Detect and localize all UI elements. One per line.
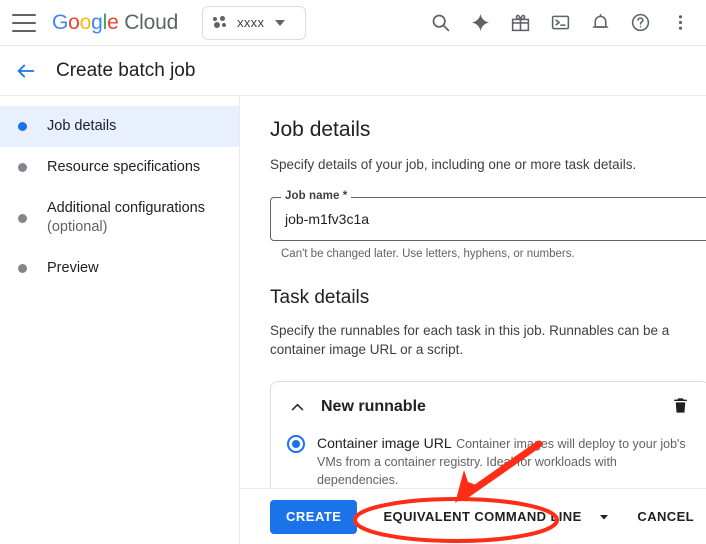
step-dot-icon (18, 122, 27, 131)
job-name-value: job-m1fv3c1a (285, 211, 370, 227)
notifications-bell-icon[interactable] (582, 5, 618, 41)
sidebar-item-resource-specifications[interactable]: Resource specifications (0, 147, 239, 188)
project-selector[interactable]: xxxx (202, 5, 307, 40)
equivalent-command-line-button[interactable]: EQUIVALENT COMMAND LINE (371, 500, 593, 534)
sidebar-item-job-details[interactable]: Job details (0, 106, 239, 147)
project-dots-icon (213, 16, 228, 29)
chevron-down-icon (275, 19, 286, 26)
sidebar-item-label: Job details (47, 118, 117, 134)
search-icon[interactable] (422, 5, 458, 41)
step-dot-icon (18, 264, 27, 273)
job-name-field[interactable]: Job name * job-m1fv3c1a (270, 190, 706, 241)
sidebar-item-label: Resource specifications (47, 159, 201, 175)
trash-icon[interactable] (671, 396, 693, 418)
google-wordmark: Google (52, 10, 119, 34)
option-label: Container image URL (317, 435, 452, 451)
project-name: xxxx (237, 15, 265, 30)
more-kebab-icon[interactable] (662, 5, 698, 41)
sidebar-item-label-main: Additional configurations (47, 200, 205, 216)
sidebar-item-preview[interactable]: Preview (0, 248, 239, 289)
page-header: Create batch job (0, 46, 706, 96)
create-batch-job-page: Google Cloud xxxx Create batch job Job d… (0, 0, 706, 544)
step-dot-icon (18, 163, 27, 172)
gemini-sparkle-icon[interactable] (462, 5, 498, 41)
top-bar-icons (422, 5, 706, 41)
task-details-heading: Task details (270, 287, 370, 308)
job-name-label: Job name * (281, 190, 352, 202)
top-app-bar: Google Cloud xxxx (0, 0, 706, 46)
help-circle-icon[interactable] (622, 5, 658, 41)
sidebar-item-sublabel: (optional) (47, 219, 108, 235)
main-content: Job details Specify details of your job,… (241, 96, 706, 544)
sidebar-item-label: Preview (47, 260, 99, 276)
footer-action-bar: CREATE EQUIVALENT COMMAND LINE CANCEL (241, 488, 706, 544)
cancel-button[interactable]: CANCEL (625, 500, 706, 534)
sidebar-item-label: Additional configurations (optional) (47, 199, 205, 237)
google-cloud-logo[interactable]: Google Cloud (52, 11, 178, 35)
job-details-heading: Job details (270, 118, 371, 141)
job-name-hint: Can't be changed later. Use letters, hyp… (281, 248, 575, 260)
create-button[interactable]: CREATE (270, 499, 358, 534)
sidebar-item-additional-configurations[interactable]: Additional configurations (optional) (0, 188, 239, 248)
radio-container-image-url[interactable] (287, 435, 305, 453)
back-arrow-icon[interactable] (6, 51, 46, 91)
task-details-description: Specify the runnables for each task in t… (270, 323, 670, 357)
runnable-option-container-image-url[interactable]: Container image URL Container images wil… (287, 434, 693, 489)
new-runnable-title: New runnable (321, 398, 426, 415)
page-title: Create batch job (56, 59, 196, 81)
step-navigation-sidebar: Job details Resource specifications Addi… (0, 96, 240, 544)
cloud-wordmark: Cloud (124, 10, 179, 34)
hamburger-menu-icon[interactable] (12, 13, 36, 32)
chevron-up-icon[interactable] (287, 397, 307, 417)
step-dot-icon (18, 214, 27, 223)
cloud-shell-terminal-icon[interactable] (542, 5, 578, 41)
gift-icon[interactable] (502, 5, 538, 41)
job-details-description: Specify details of your job, including o… (270, 157, 637, 172)
equivalent-command-line-dropdown-icon[interactable] (596, 500, 612, 534)
new-runnable-card-header: New runnable (287, 396, 693, 418)
